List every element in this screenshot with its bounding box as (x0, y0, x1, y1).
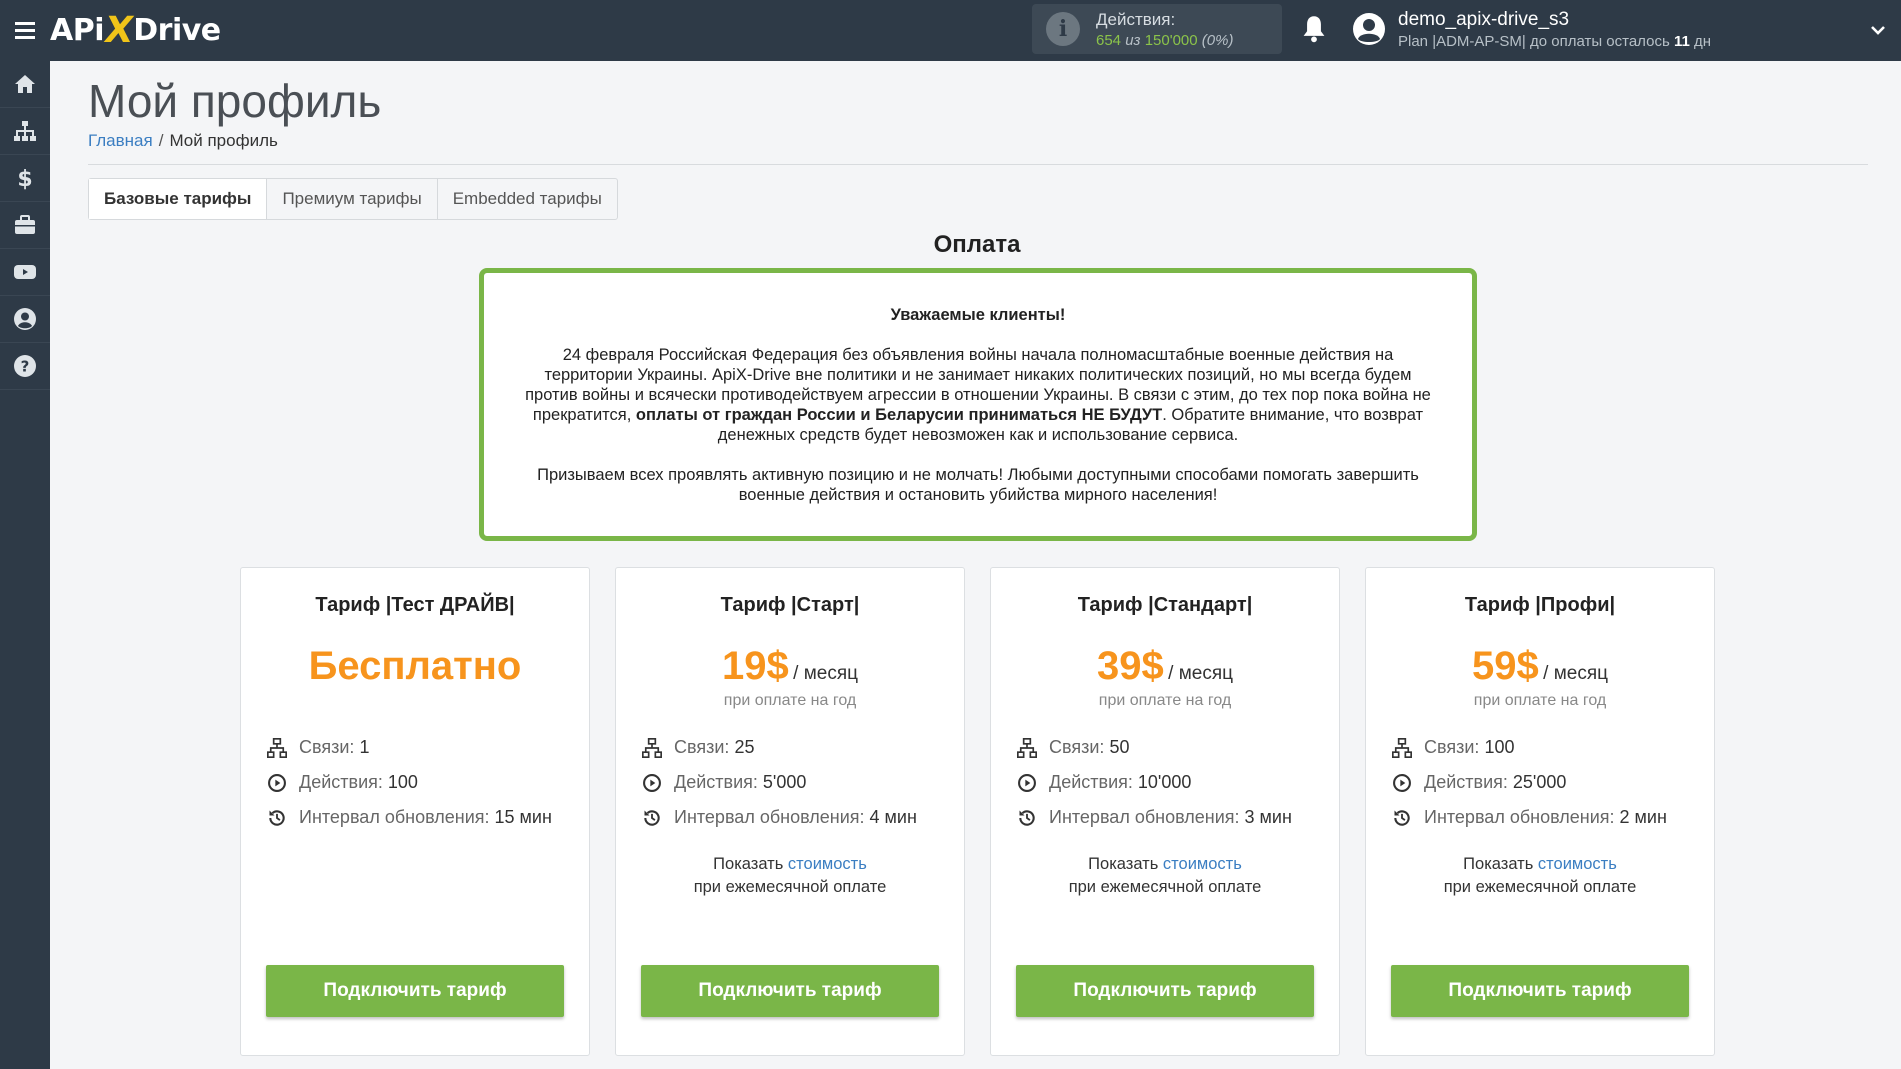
plan-actions: Действия: 10'000 (1017, 772, 1191, 793)
connect-plan-button[interactable]: Подключить тариф (641, 965, 939, 1017)
svg-text:?: ? (21, 358, 30, 376)
play-circle-icon (268, 773, 286, 792)
plan-actions: Действия: 5'000 (642, 772, 806, 793)
breadcrumb-separator: / (158, 131, 164, 150)
sitemap-icon (1392, 737, 1412, 758)
sidebar-item-profile[interactable] (0, 296, 50, 343)
show-price-link[interactable]: стоимость (1163, 855, 1242, 873)
divider (88, 164, 1868, 165)
logo[interactable]: APi X Drive (50, 10, 221, 51)
sitemap-icon (267, 737, 287, 758)
breadcrumb: Главная / Мой профиль (88, 131, 278, 151)
play-circle-icon (1018, 773, 1036, 792)
sidebar: $ ? (0, 61, 50, 1069)
notice-box: Уважаемые клиенты! 24 февраля Российская… (479, 268, 1477, 541)
monthly-price-note: Показать стоимость при ежемесячной оплате (1068, 855, 1262, 896)
menu-icon[interactable] (0, 0, 50, 61)
plan-tabs: Базовые тарифы Премиум тарифы Embedded т… (88, 178, 618, 220)
connect-plan-button[interactable]: Подключить тариф (1391, 965, 1689, 1017)
breadcrumb-home-link[interactable]: Главная (88, 131, 153, 150)
plan-interval: Интервал обновления: 15 мин (267, 807, 552, 828)
bell-icon[interactable] (1300, 14, 1328, 44)
sidebar-item-billing[interactable]: $ (0, 155, 50, 202)
plan-price: 59$ / месяц (1471, 644, 1609, 688)
plan-title: Тариф |Профи| (1464, 594, 1616, 616)
logo-text-x: X (101, 10, 136, 51)
plan-links: Связи: 25 (642, 737, 754, 758)
plan-interval: Интервал обновления: 2 мин (1392, 807, 1667, 828)
plan-card-start: Тариф |Старт| 19$ / месяц при оплате на … (615, 567, 965, 1056)
plan-title: Тариф |Тест ДРАЙВ| (315, 594, 515, 616)
plan-links: Связи: 1 (267, 737, 369, 758)
plan-links: Связи: 50 (1017, 737, 1129, 758)
plan-price: Бесплатно (308, 644, 522, 688)
top-bar: APi X Drive i Действия: 654 из 150'000 (0%… (0, 0, 1901, 61)
plan-year-note: при оплате на год (1098, 692, 1232, 709)
dollar-icon: $ (17, 167, 32, 190)
plan-card-test-drive: Тариф |Тест ДРАЙВ| Бесплатно Связи: 1 Де… (240, 567, 590, 1056)
show-price-link[interactable]: стоимость (788, 855, 867, 873)
show-price-link[interactable]: стоимость (1538, 855, 1617, 873)
notice-paragraph-1: 24 февраля Российская Федерация без объя… (525, 346, 1431, 444)
user-circle-icon (14, 308, 36, 330)
plan-title: Тариф |Стандарт| (1077, 594, 1253, 616)
history-icon (1394, 809, 1410, 826)
monthly-price-note: Показать стоимость при ежемесячной оплате (693, 855, 887, 896)
tab-basic-plans[interactable]: Базовые тарифы (89, 179, 268, 219)
logo-text-drive: Drive (133, 13, 221, 48)
plan-interval: Интервал обновления: 4 мин (642, 807, 917, 828)
history-icon (269, 809, 285, 826)
connect-plan-button[interactable]: Подключить тариф (1016, 965, 1314, 1017)
sitemap-icon (642, 737, 662, 758)
play-circle-icon (643, 773, 661, 792)
svg-text:$: $ (17, 167, 32, 190)
plan-card-profi: Тариф |Профи| 59$ / месяц при оплате на … (1365, 567, 1715, 1056)
plan-price: 19$ / месяц (721, 644, 859, 688)
actions-counter[interactable]: i Действия: 654 из 150'000 (0%) (1032, 4, 1282, 54)
plan-actions: Действия: 25'000 (1392, 772, 1566, 793)
tab-premium-plans[interactable]: Премиум тарифы (267, 179, 438, 219)
plan-title: Тариф |Старт| (720, 594, 860, 616)
payment-title: Оплата (933, 231, 1021, 258)
tab-embedded-plans[interactable]: Embedded тарифы (438, 179, 617, 219)
user-plan: Plan |ADM-AP-SM| до оплаты осталось 11 д… (1398, 33, 1712, 50)
actions-title: Действия: (1096, 9, 1176, 29)
chevron-down-icon[interactable] (1870, 22, 1886, 38)
notice-title: Уважаемые клиенты! (890, 306, 1066, 324)
page-title: Мой профиль (88, 75, 382, 127)
notice-paragraph-2: Призываем всех проявлять активную позици… (537, 466, 1419, 504)
history-icon (644, 809, 660, 826)
sidebar-item-help[interactable]: ? (0, 343, 50, 390)
plan-card-standard: Тариф |Стандарт| 39$ / месяц при оплате … (990, 567, 1340, 1056)
info-icon: i (1046, 12, 1080, 46)
breadcrumb-current: Мой профиль (169, 131, 278, 150)
plan-year-note: при оплате на год (723, 692, 857, 709)
sitemap-icon (1017, 737, 1037, 758)
sidebar-item-home[interactable] (0, 61, 50, 108)
sitemap-icon (14, 121, 36, 141)
question-icon: ? (14, 355, 36, 377)
actions-count: 654 из 150'000 (0%) (1096, 31, 1234, 49)
plan-interval: Интервал обновления: 3 мин (1017, 807, 1292, 828)
plan-year-note: при оплате на год (1473, 692, 1607, 709)
play-circle-icon (1393, 773, 1411, 792)
user-name[interactable]: demo_apix-drive_s3 (1398, 9, 1569, 31)
connect-plan-button[interactable]: Подключить тариф (266, 965, 564, 1017)
history-icon (1019, 809, 1035, 826)
plan-actions: Действия: 100 (267, 772, 418, 793)
youtube-icon (14, 265, 36, 279)
plan-links: Связи: 100 (1392, 737, 1514, 758)
logo-text-api: APi (50, 13, 105, 48)
home-icon (15, 75, 35, 93)
sidebar-item-connections[interactable] (0, 108, 50, 155)
monthly-price-note: Показать стоимость при ежемесячной оплате (1443, 855, 1637, 896)
plan-price: 39$ / месяц (1096, 644, 1234, 688)
user-avatar-icon[interactable] (1352, 12, 1386, 46)
